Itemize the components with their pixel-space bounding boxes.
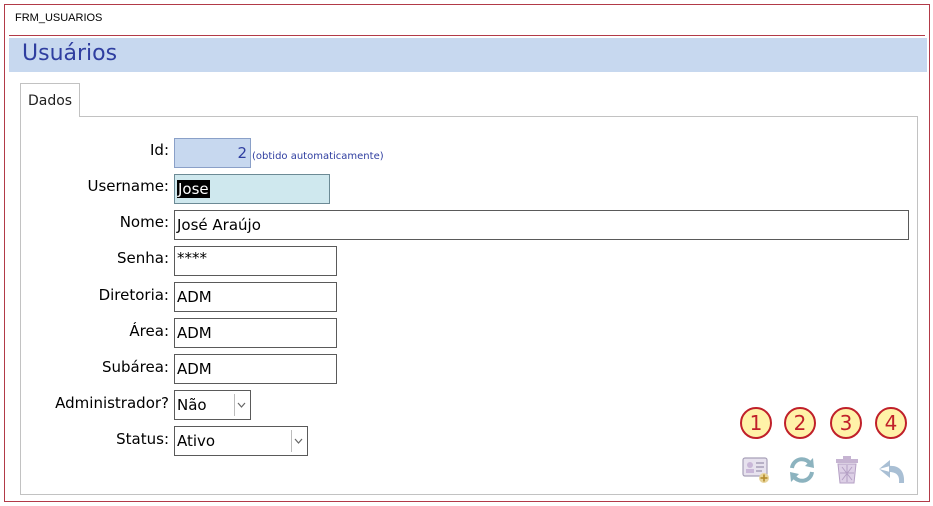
status-dropdown-button[interactable] (291, 430, 305, 452)
subarea-label: Subárea: (101, 358, 169, 376)
diretoria-field[interactable]: ADM (174, 282, 337, 312)
diretoria-label: Diretoria: (98, 286, 169, 304)
status-select[interactable]: Ativo (174, 426, 308, 456)
form-header: Usuários (9, 38, 927, 72)
area-field[interactable]: ADM (174, 318, 337, 348)
annotation-badge-1: 1 (740, 407, 772, 439)
tab-dados-label: Dados (28, 93, 73, 109)
trash-icon (836, 456, 858, 484)
refresh-icon (790, 457, 814, 483)
subarea-field[interactable]: ADM (174, 354, 337, 384)
refresh-button[interactable] (785, 453, 819, 487)
nome-value: José Araújo (177, 216, 261, 234)
undo-back-icon (879, 460, 905, 483)
back-button[interactable] (875, 453, 909, 487)
administrador-select[interactable]: Não (174, 390, 251, 420)
username-label: Username: (87, 177, 169, 195)
new-user-button[interactable] (740, 453, 774, 487)
chevron-down-icon (294, 438, 303, 444)
username-value: Jose (177, 180, 210, 198)
subarea-value: ADM (177, 360, 212, 378)
new-user-card-icon (742, 457, 769, 483)
administrador-value: Não (177, 396, 207, 414)
page-title: Usuários (22, 41, 118, 66)
senha-label: Senha: (116, 249, 169, 267)
status-value: Ativo (177, 432, 216, 450)
administrador-dropdown-button[interactable] (234, 394, 248, 416)
id-label: Id: (150, 141, 169, 159)
chevron-down-icon (237, 402, 246, 408)
username-field[interactable]: Jose (174, 174, 330, 204)
nome-field[interactable]: José Araújo (174, 210, 909, 240)
annotation-badge-4: 4 (875, 407, 907, 439)
area-label: Área: (129, 322, 169, 340)
diretoria-value: ADM (177, 288, 212, 306)
status-label: Status: (116, 430, 169, 448)
id-field[interactable]: 2 (174, 138, 251, 168)
title-divider (9, 35, 925, 36)
nome-label: Nome: (119, 213, 169, 231)
id-hint: (obtido automaticamente) (252, 151, 384, 162)
administrador-label: Administrador? (55, 394, 169, 412)
tab-dados[interactable]: Dados (20, 83, 80, 117)
id-value: 2 (237, 144, 247, 162)
window-title: FRM_USUARIOS (15, 12, 103, 24)
annotation-badge-3: 3 (830, 407, 862, 439)
senha-value: **** (177, 249, 207, 267)
delete-button[interactable] (830, 453, 864, 487)
area-value: ADM (177, 324, 212, 342)
annotation-badge-2: 2 (784, 407, 816, 439)
senha-field[interactable]: **** (174, 246, 337, 276)
